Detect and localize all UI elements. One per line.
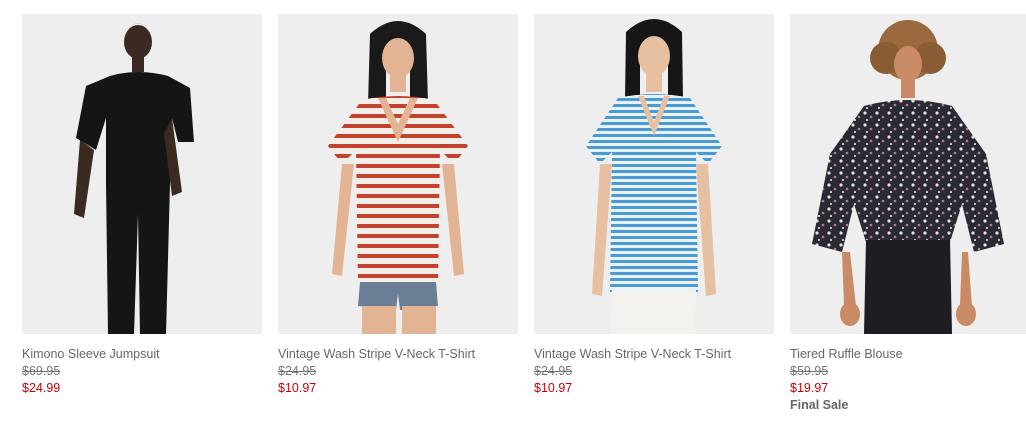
product-name[interactable]: Tiered Ruffle Blouse <box>790 346 1026 363</box>
product-name[interactable]: Kimono Sleeve Jumpsuit <box>22 346 262 363</box>
product-name[interactable]: Vintage Wash Stripe V-Neck T-Shirt <box>534 346 774 363</box>
product-name[interactable]: Vintage Wash Stripe V-Neck T-Shirt <box>278 346 518 363</box>
product-image[interactable] <box>278 14 518 334</box>
original-price: $24.95 <box>534 364 573 378</box>
final-sale-badge: Final Sale <box>790 398 849 412</box>
sale-price: $10.97 <box>278 381 317 395</box>
original-price: $69.95 <box>22 364 61 378</box>
sale-price: $10.97 <box>534 381 573 395</box>
sale-price: $19.97 <box>790 381 829 395</box>
product-image[interactable] <box>534 14 774 334</box>
product-card[interactable]: Tiered Ruffle Blouse $59.95 $19.97 Final… <box>790 14 1026 414</box>
product-image[interactable] <box>22 14 262 334</box>
product-grid: Kimono Sleeve Jumpsuit $69.95 $24.99 Vin… <box>0 0 1026 426</box>
original-price: $24.95 <box>278 364 317 378</box>
product-card[interactable]: Kimono Sleeve Jumpsuit $69.95 $24.99 <box>22 14 262 397</box>
product-card[interactable]: Vintage Wash Stripe V-Neck T-Shirt $24.9… <box>534 14 774 397</box>
product-card[interactable]: Vintage Wash Stripe V-Neck T-Shirt $24.9… <box>278 14 518 397</box>
product-image[interactable] <box>790 14 1026 334</box>
original-price: $59.95 <box>790 364 829 378</box>
sale-price: $24.99 <box>22 381 61 395</box>
